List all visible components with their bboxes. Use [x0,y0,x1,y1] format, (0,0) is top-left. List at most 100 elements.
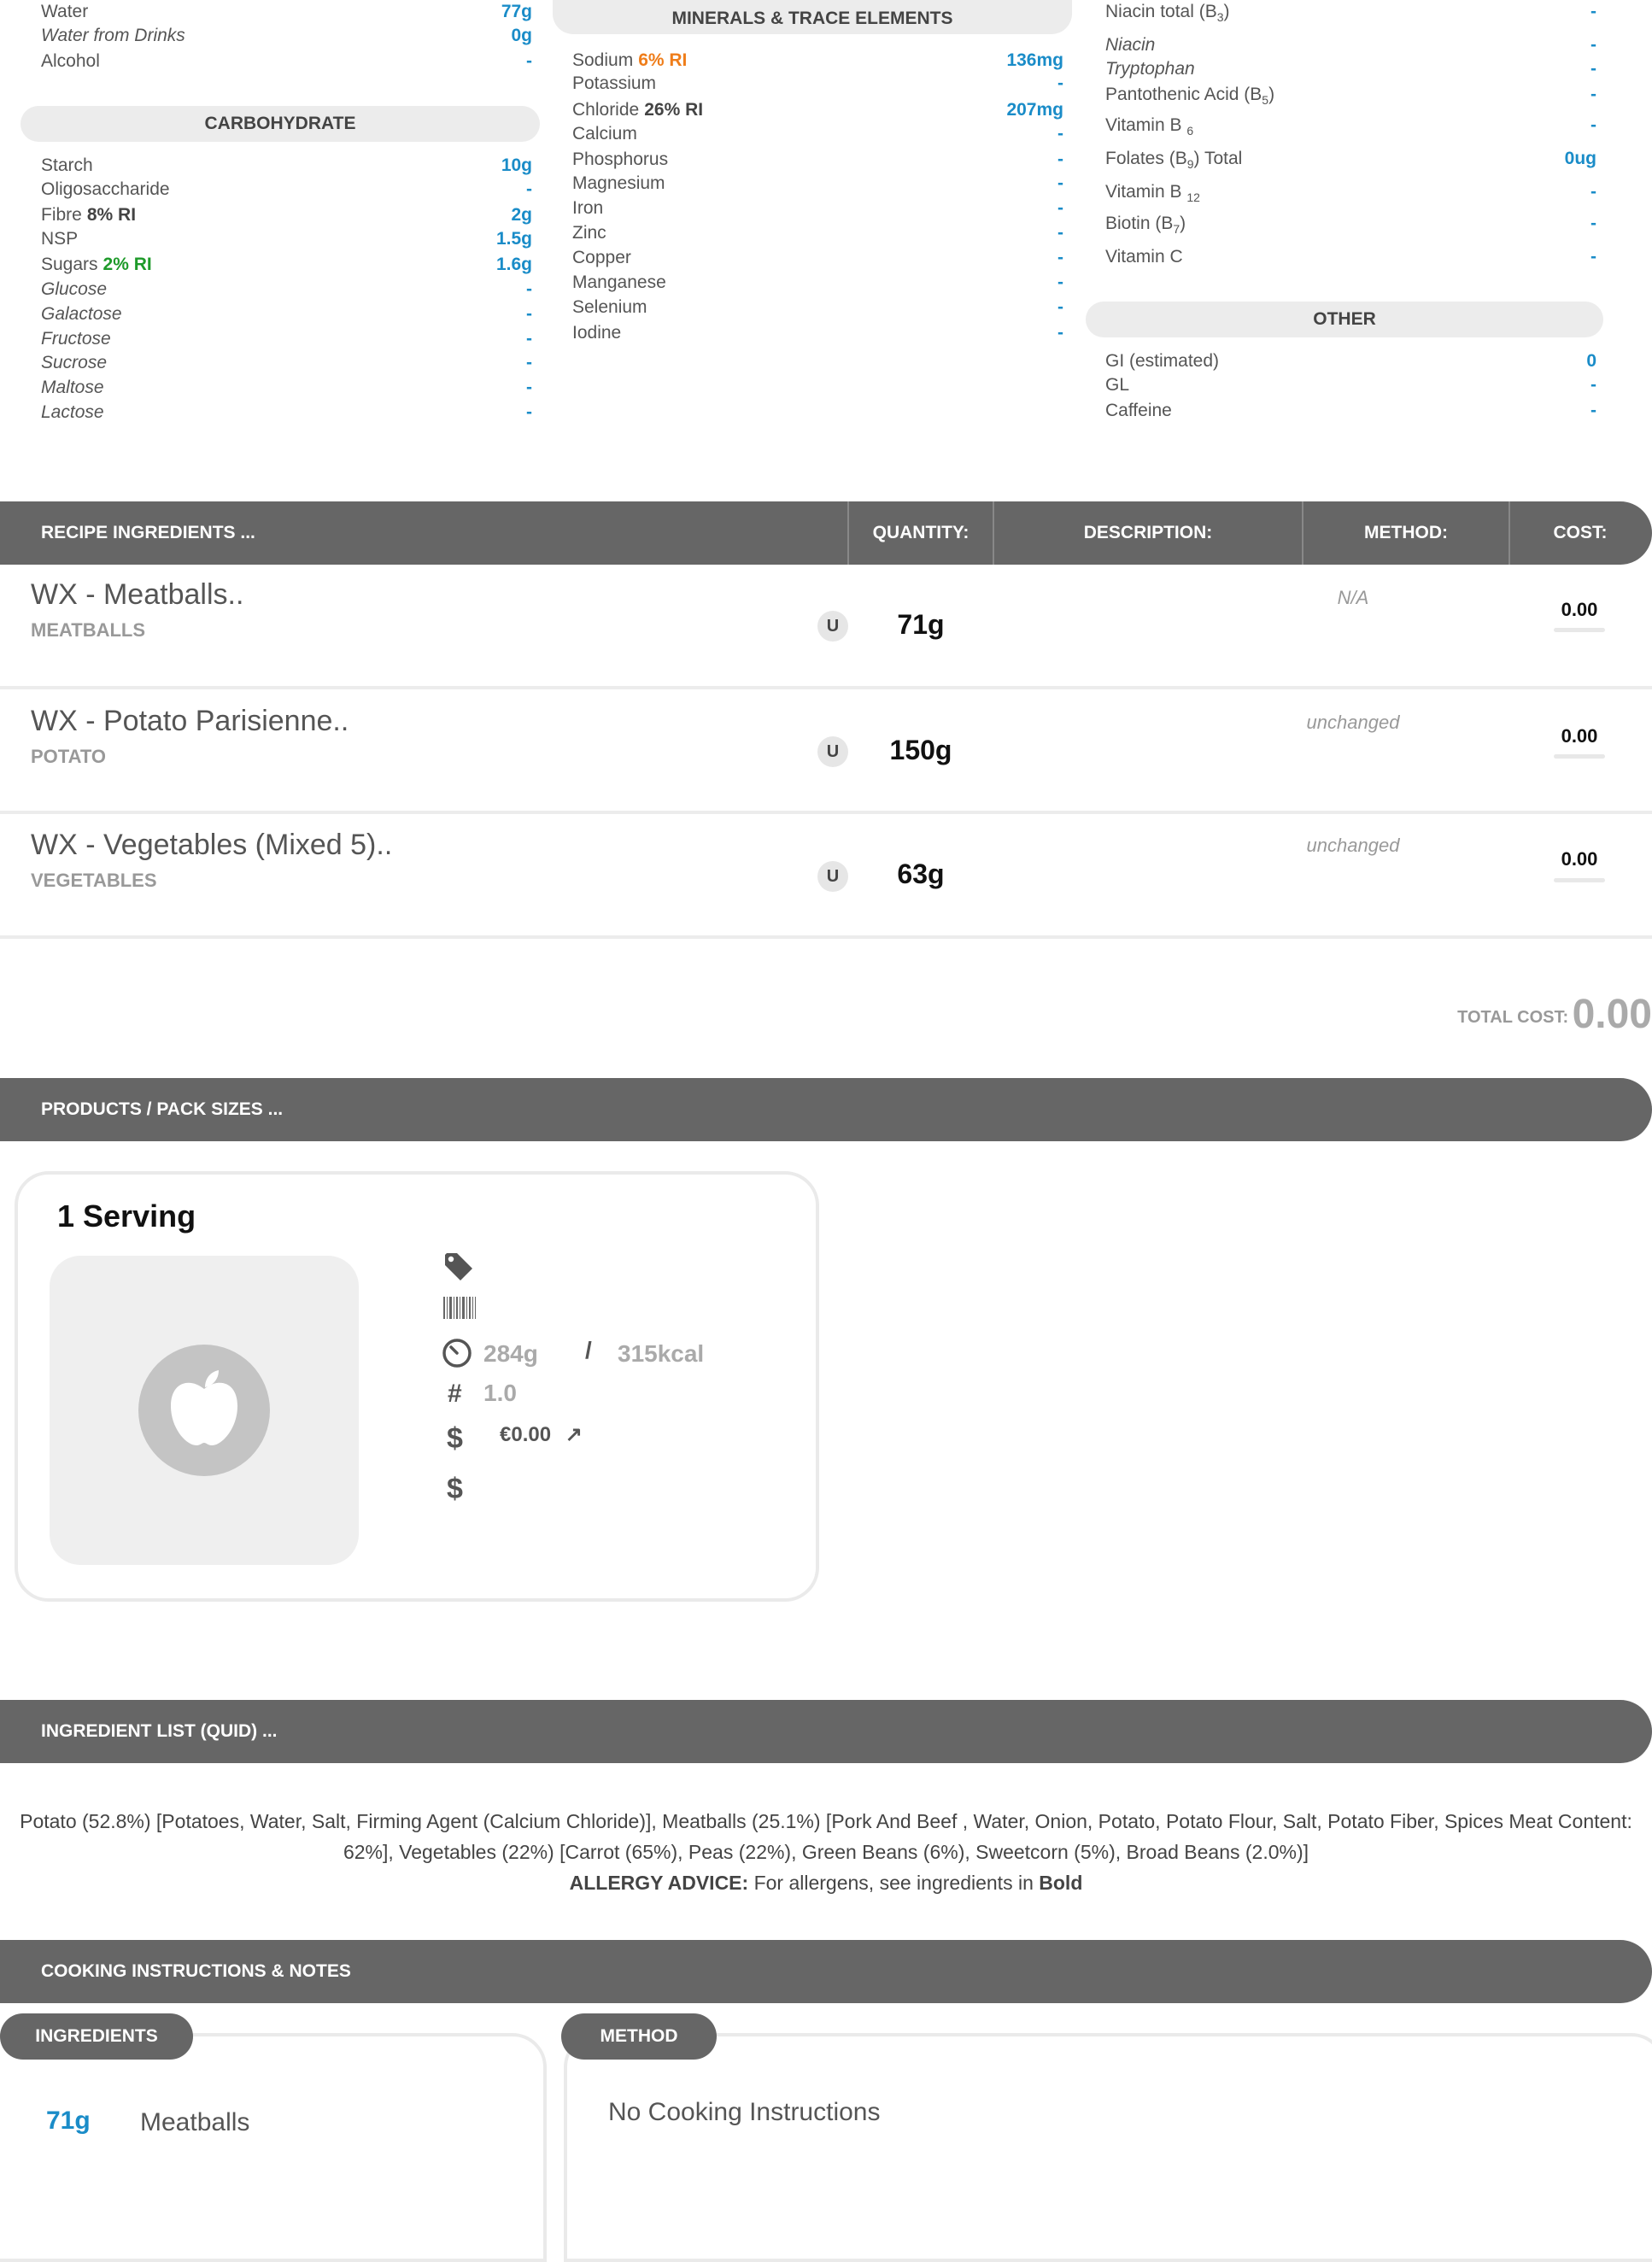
ingredient-name[interactable]: WX - Meatballs.. [31,578,243,612]
nutrient-row: Sugars 2% RI 1.6g [41,253,532,277]
nutrient-value: - [1057,173,1063,193]
nutrient-row: Caffeine - [1105,399,1596,423]
nutrient-row: Vitamin B 6 - [1105,114,1596,143]
ingredient-quantity[interactable]: 150g [857,735,985,766]
ingredient-category: POTATO [31,746,106,767]
ingredient-method[interactable]: N/A [1268,587,1438,609]
external-arrow-icon[interactable]: ↗ [565,1423,583,1446]
ingredient-cost[interactable]: 0.00 [1554,848,1605,870]
ingredient-cost[interactable]: 0.00 [1554,725,1605,747]
minerals-header: MINERALS & TRACE ELEMENTS [553,0,1072,34]
nutrient-label: Manganese [572,272,666,292]
total-cost-value: 0.00 [1572,992,1652,1037]
ingredient-name[interactable]: WX - Vegetables (Mixed 5).. [31,829,392,862]
nutrient-label: Sugars [41,255,98,274]
nutrient-label: Iodine [572,323,622,343]
nutrient-row: Potassium - [572,72,1063,96]
nutrient-label: Iron [572,198,604,218]
nutrient-row: Niacin total (B3) - [1105,0,1596,29]
other-header: OTHER [1086,302,1603,337]
nutrient-value: - [1590,182,1596,202]
nutrient-row: Selenium - [572,296,1063,319]
nutrient-value: - [1057,73,1063,93]
cooking-instructions-title: COOKING INSTRUCTIONS & NOTES [41,1961,351,1981]
nutrient-value: - [1057,297,1063,317]
cost-underline [1554,878,1605,882]
nutrient-label-tail: ) [1223,2,1230,21]
nutrient-value: 1.5g [495,229,532,249]
pack-size-card[interactable]: 1 Serving 284g / 315kcal # 1.0 $ €0.00 ↗… [15,1171,819,1602]
allergy-bold-word: Bold [1039,1872,1083,1894]
nutrient-row: Sucrose - [41,351,532,375]
pack-price[interactable]: €0.00 ↗ [500,1422,583,1447]
nutrient-row: Niacin - [1105,33,1596,57]
cooking-method-text: No Cooking Instructions [608,2098,881,2126]
ingredient-list-line: 62%], Vegetables (22%) [Carrot (65%), Pe… [343,1841,1309,1863]
apple-icon [138,1345,270,1476]
price-icon: $ [447,1422,463,1455]
nutrient-label: Caffeine [1105,401,1172,420]
cooking-method-panel: No Cooking Instructions [564,2033,1652,2262]
ingredient-list-text: Potato (52.8%) [Potatoes, Water, Salt, F… [0,1806,1652,1898]
nutrient-value: 0ug [1564,149,1596,168]
nutrient-value: - [1057,248,1063,267]
nutrient-value: - [1057,149,1063,169]
nutrient-row: Magnesium - [572,172,1063,196]
nutrient-row: Fructose - [41,327,532,351]
weight-energy-separator: / [585,1337,592,1363]
carbohydrate-header: CARBOHYDRATE [21,106,540,142]
method-column-header[interactable]: METHOD: [1303,501,1508,565]
product-image-placeholder[interactable] [50,1256,359,1565]
nutrient-value: - [1590,85,1596,104]
nutrient-row: Folates (B9) Total 0ug [1105,147,1596,176]
recipe-ingredient-row[interactable]: WX - Meatballs.. MEATBALLS U 71g N/A 0.0… [0,565,1652,689]
unit-badge[interactable]: U [817,736,848,767]
nutrient-label: Folates (B [1105,149,1187,168]
nutrient-row: Iron - [572,196,1063,220]
cooking-instructions-bar: COOKING INSTRUCTIONS & NOTES [0,1940,1652,2003]
nutrient-value: - [1057,124,1063,144]
hash-icon: # [448,1380,462,1408]
nutrient-label: Biotin (B [1105,214,1174,233]
nutrient-row: Oligosaccharide - [41,178,532,202]
nutrient-row: Biotin (B7) - [1105,212,1596,241]
ingredient-method[interactable]: unchanged [1268,712,1438,734]
ri-percentage: 26% RI [644,100,704,120]
recipe-ingredients-bar: RECIPE INGREDIENTS ... QUANTITY: DESCRIP… [0,501,1652,565]
pack-price-value: €0.00 [500,1423,552,1446]
nutrient-label: Sodium [572,50,634,70]
ingredient-cost[interactable]: 0.00 [1554,599,1605,621]
ingredient-name[interactable]: WX - Potato Parisienne.. [31,705,349,738]
ingredient-quantity[interactable]: 63g [857,859,985,890]
nutrient-row: Glucose - [41,278,532,302]
nutrient-row: Tryptophan - [1105,57,1596,81]
allergy-advice: ALLERGY ADVICE: For allergens, see ingre… [0,1867,1652,1898]
method-tab[interactable]: METHOD [561,2013,717,2060]
nutrient-row: Pantothenic Acid (B5) - [1105,83,1596,112]
ingredient-quantity[interactable]: 71g [857,609,985,641]
ingredients-tab[interactable]: INGREDIENTS [0,2013,193,2060]
nutrient-value: 1.6g [495,255,532,274]
recipe-ingredient-row[interactable]: WX - Vegetables (Mixed 5).. VEGETABLES U… [0,814,1652,939]
nutrient-subscript: 7 [1173,222,1180,237]
nutrient-value: - [526,353,532,372]
nutrient-value: 2g [511,205,532,225]
nutrient-value: 0g [511,26,532,45]
nutrient-value: - [1590,247,1596,267]
recipe-ingredient-row[interactable]: WX - Potato Parisienne.. POTATO U 150g u… [0,689,1652,814]
nutrient-value: 0 [1586,351,1596,371]
nutrient-value: - [1057,272,1063,292]
tag-icon [442,1250,476,1284]
nutrient-label: Pantothenic Acid (B [1105,85,1262,104]
nutrient-value: 10g [501,155,532,175]
quantity-column-header[interactable]: QUANTITY: [849,501,993,565]
unit-badge[interactable]: U [817,611,848,642]
cost-column-header[interactable]: COST: [1510,501,1650,565]
ingredient-method[interactable]: unchanged [1268,835,1438,857]
description-column-header[interactable]: DESCRIPTION: [994,501,1302,565]
nutrient-row: Chloride 26% RI 207mg [572,98,1063,122]
unit-badge[interactable]: U [817,861,848,892]
nutrient-label: Glucose [41,279,108,299]
nutrient-row: Fibre 8% RI 2g [41,203,532,227]
nutrient-value: - [1590,59,1596,79]
